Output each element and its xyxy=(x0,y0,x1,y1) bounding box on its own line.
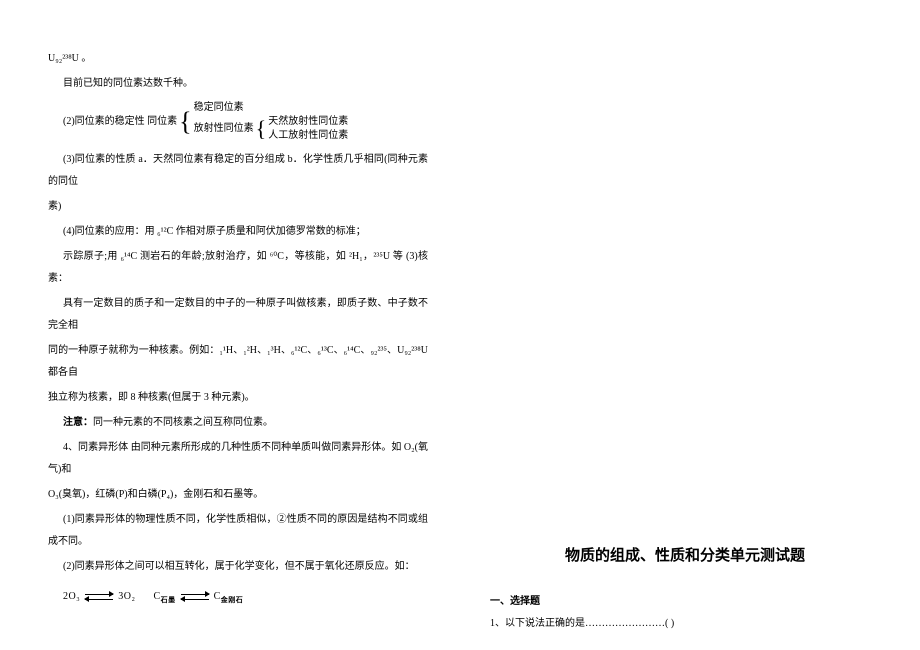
text-line: 4、同素异形体 由同种元素所形成的几种性质不同种单质叫做同素异形体。如 O₂(氧… xyxy=(48,437,428,481)
brace-left: { xyxy=(256,116,267,142)
text-line: O₃(臭氧)，红磷(P)和白磷(P₄)，金刚石和石墨等。 xyxy=(48,484,428,506)
equation-line: 2O₃ 3O₂ C石墨 C金刚石 xyxy=(48,586,428,608)
text-line: 同的一种原子就称为一种核素。例如：₁¹H、₁²H、₁³H、₆¹²C、₆¹³C、₆… xyxy=(48,340,428,384)
text-line: 独立称为核素，即 8 种核素(但属于 3 种元素)。 xyxy=(48,387,428,409)
eq-term: 3O₂ xyxy=(118,591,135,602)
eq-term: C金刚石 xyxy=(214,591,244,602)
text-line: 目前已知的同位素达数千种。 xyxy=(48,73,428,95)
text-line: 示踪原子;用 ₆¹⁴C 测岩石的年龄;放射治疗，如 ⁶⁰C，等核能，如 ²H₁，… xyxy=(48,246,428,290)
text-line: U₉₂²³⁸U 。 xyxy=(48,48,428,70)
note-line: 注意：同一种元素的不同核素之间互称同位素。 xyxy=(48,412,428,434)
brace-item: 稳定同位素 xyxy=(194,101,349,115)
text-line: (4)同位素的应用：用 ₆¹²C 作相对原子质量和阿伏加德罗常数的标准； xyxy=(48,221,428,243)
brace-left: { xyxy=(179,109,191,135)
eq-term: 2O₃ xyxy=(63,591,80,602)
brace-group: 稳定同位素 放射性同位素 { 天然放射性同位素 人工放射性同位素 xyxy=(194,101,349,143)
brace-group: 天然放射性同位素 人工放射性同位素 xyxy=(268,115,348,143)
test-title: 物质的组成、性质和分类单元测试题 xyxy=(490,540,880,573)
question-line: 1、以下说法正确的是……………………( ) xyxy=(490,613,880,635)
equilibrium-arrow-icon xyxy=(181,592,209,602)
text-line: (2)同素异形体之间可以相互转化，属于化学变化，但不属于氧化还原反应。如： xyxy=(48,556,428,578)
eq-term: C石墨 xyxy=(153,591,175,602)
text-line: 素) xyxy=(48,196,428,218)
brace-item: 人工放射性同位素 xyxy=(268,129,348,143)
section-heading: 一、选择题 xyxy=(490,591,880,613)
text-line: (1)同素异形体的物理性质不同，化学性质相似，②性质不同的原因是结构不同或组成不… xyxy=(48,509,428,553)
diagram-label: (2)同位素的稳定性 同位素 xyxy=(63,111,177,133)
brace-item: 放射性同位素 xyxy=(194,122,254,136)
left-column: U₉₂²³⁸U 。 目前已知的同位素达数千种。 (2)同位素的稳定性 同位素 {… xyxy=(48,48,428,608)
equilibrium-arrow-icon xyxy=(85,592,113,602)
text-line: (3)同位素的性质 a．天然同位素有稳定的百分组成 b．化学性质几乎相同(同种元… xyxy=(48,149,428,193)
isotope-stability-diagram: (2)同位素的稳定性 同位素 { 稳定同位素 放射性同位素 { 天然放射性同位素… xyxy=(63,101,428,143)
right-column: 物质的组成、性质和分类单元测试题 一、选择题 1、以下说法正确的是…………………… xyxy=(490,540,880,638)
note-text: 同一种元素的不同核素之间互称同位素。 xyxy=(93,417,273,428)
brace-sub: 放射性同位素 { 天然放射性同位素 人工放射性同位素 xyxy=(194,115,349,143)
brace-item: 天然放射性同位素 xyxy=(268,115,348,129)
text-line: 具有一定数目的质子和一定数目的中子的一种原子叫做核素，即质子数、中子数不完全相 xyxy=(48,293,428,337)
note-label: 注意： xyxy=(63,417,93,428)
